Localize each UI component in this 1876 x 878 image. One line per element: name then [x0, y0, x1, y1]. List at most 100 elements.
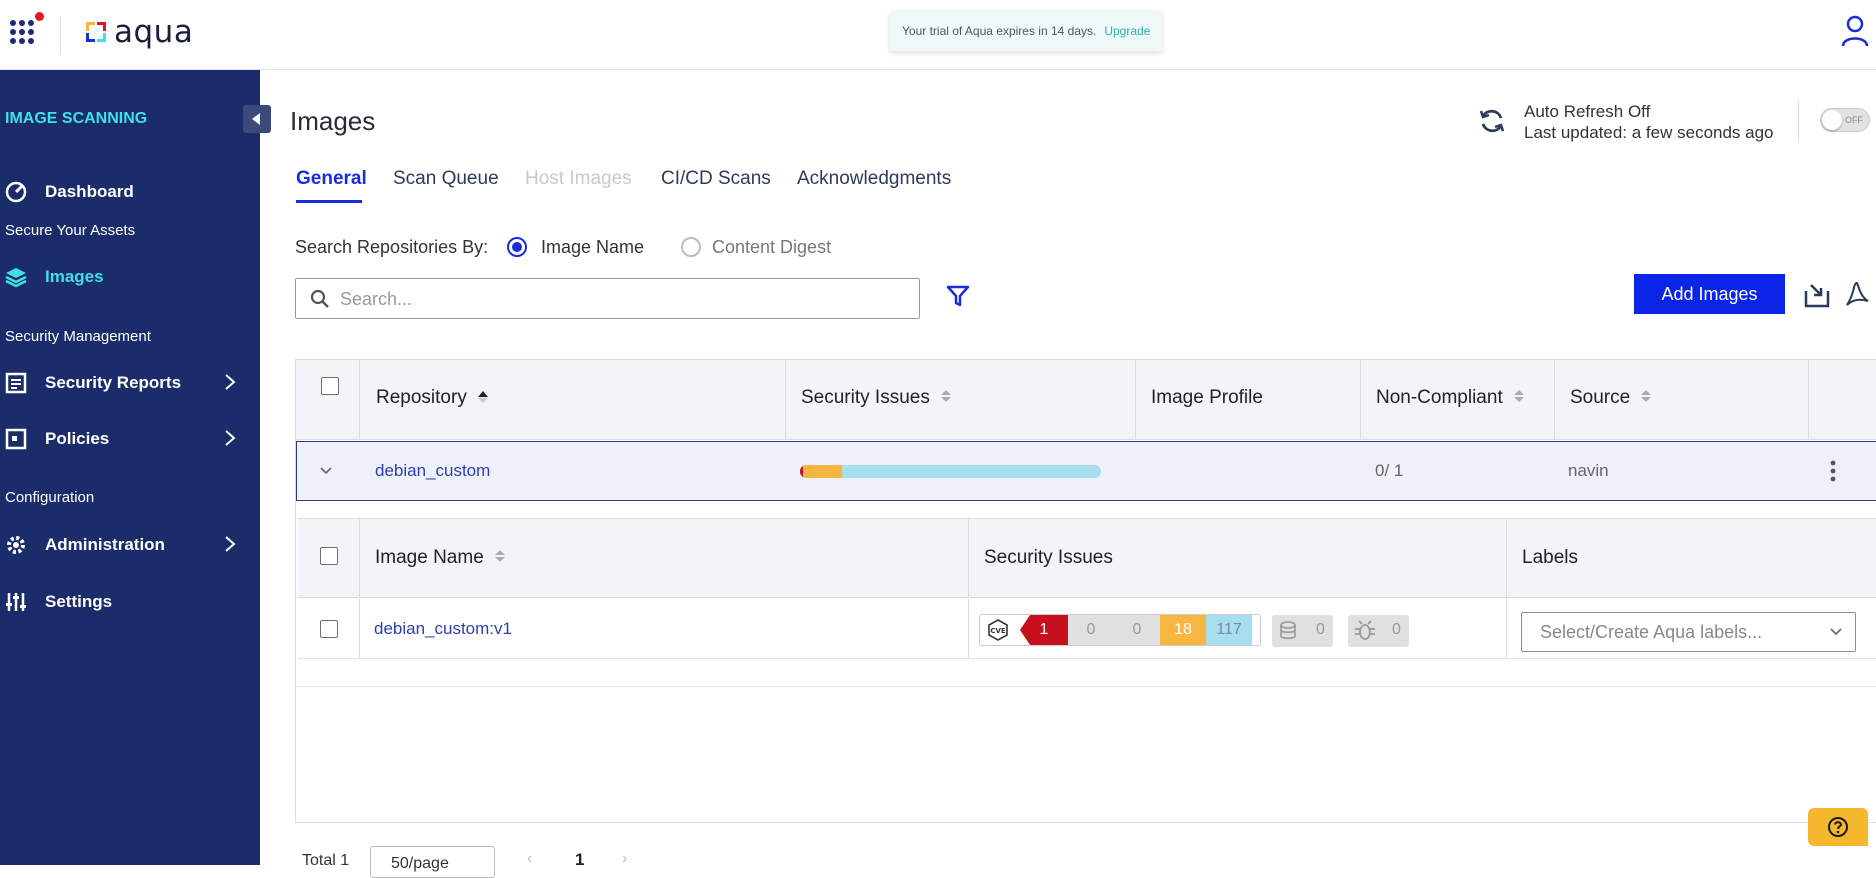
more-options-icon[interactable] — [1830, 460, 1836, 482]
images-table-header: Image Name Security Issues Labels — [298, 518, 1876, 598]
pdf-icon[interactable] — [1843, 281, 1871, 309]
column-labels: Labels — [1522, 547, 1578, 568]
caret-left-icon — [252, 113, 260, 125]
help-button[interactable] — [1808, 808, 1868, 846]
select-all-images-checkbox[interactable] — [320, 547, 338, 565]
chevron-down-icon — [1830, 628, 1842, 636]
tab-scan-queue[interactable]: Scan Queue — [393, 168, 499, 190]
radio-image-name-label[interactable]: Image Name — [541, 237, 644, 258]
row-checkbox[interactable] — [320, 620, 338, 638]
tab-acknowledgments[interactable]: Acknowledgments — [797, 168, 951, 190]
source-value: navin — [1568, 461, 1609, 480]
tab-general[interactable]: General — [296, 168, 367, 190]
layers-icon — [5, 268, 27, 288]
column-label: Repository — [376, 387, 467, 408]
add-images-button[interactable]: Add Images — [1634, 274, 1785, 314]
sliders-icon — [6, 593, 26, 611]
negligible-count: 117 — [1206, 615, 1252, 645]
column-label: Security Issues — [801, 387, 930, 408]
sidebar-item-label: Administration — [45, 535, 165, 554]
notification-dot — [35, 12, 44, 21]
medium-count: 0 — [1114, 615, 1160, 645]
sidebar-collapse-button[interactable] — [243, 105, 271, 133]
radio-content-digest[interactable] — [681, 237, 701, 257]
column-non-compliant[interactable]: Non-Compliant — [1376, 387, 1525, 409]
trial-text: Your trial of Aqua expires in 14 days. — [902, 24, 1097, 38]
repository-link[interactable]: debian_custom — [375, 461, 490, 481]
help-icon — [1828, 817, 1848, 837]
sidebar-item-label: Settings — [45, 592, 113, 611]
bug-icon — [1355, 620, 1375, 640]
trial-banner: Your trial of Aqua expires in 14 days. U… — [890, 11, 1162, 51]
security-issues-bar — [800, 465, 1101, 478]
radio-content-digest-label[interactable]: Content Digest — [712, 237, 831, 258]
sidebar-item-security-reports[interactable]: Security Reports — [0, 361, 260, 405]
page-number[interactable]: 1 — [575, 850, 584, 870]
group-label-security-management: Security Management — [5, 328, 151, 345]
svg-text:CVE: CVE — [990, 627, 1006, 635]
column-repository[interactable]: Repository — [376, 387, 489, 409]
sidebar-item-label: Policies — [45, 429, 110, 448]
radio-image-name[interactable] — [507, 237, 527, 257]
high-count: 0 — [1068, 615, 1114, 645]
next-page-icon[interactable]: › — [622, 850, 627, 868]
divider — [60, 16, 61, 54]
labels-placeholder: Select/Create Aqua labels... — [1540, 622, 1763, 642]
table-row[interactable]: debian_custom:v1 CVE 1 0 0 18 117 0 0 Se… — [298, 599, 1876, 659]
sensitive-data-summary[interactable]: 0 — [1348, 615, 1409, 647]
sidebar-item-images[interactable]: Images — [0, 255, 260, 299]
active-tab-indicator — [296, 200, 362, 203]
sort-icon — [941, 389, 952, 402]
sidebar-item-administration[interactable]: Administration — [0, 523, 260, 567]
refresh-icon[interactable] — [1478, 107, 1506, 135]
low-count: 18 — [1160, 615, 1206, 645]
per-page-select[interactable]: 50/page — [370, 846, 495, 878]
non-compliant-value: 0/ 1 — [1375, 461, 1404, 480]
sidebar-item-label: Images — [45, 267, 104, 286]
labels-select[interactable]: Select/Create Aqua labels... — [1521, 612, 1856, 652]
last-updated-label: Last updated: a few seconds ago — [1524, 123, 1774, 142]
app-switcher-icon[interactable] — [10, 12, 44, 46]
aqua-logo-mark-icon — [86, 22, 106, 42]
total-count: Total 1 — [302, 852, 350, 869]
image-name-link[interactable]: debian_custom:v1 — [374, 619, 512, 639]
select-all-checkbox[interactable] — [321, 377, 339, 395]
gear-icon — [7, 536, 25, 554]
malware-summary[interactable]: 0 — [1272, 615, 1333, 647]
column-security-issues[interactable]: Security Issues — [801, 387, 952, 409]
column-image-profile: Image Profile — [1151, 387, 1263, 408]
table-header: Repository Security Issues Image Profile… — [296, 360, 1876, 440]
sort-icon — [1514, 389, 1525, 402]
column-source[interactable]: Source — [1570, 387, 1652, 409]
chevron-down-icon[interactable] — [319, 466, 333, 476]
column-image-name[interactable]: Image Name — [375, 547, 506, 569]
repositories-table: Repository Security Issues Image Profile… — [295, 359, 1876, 823]
group-label-secure-assets: Secure Your Assets — [5, 222, 136, 239]
top-bar: aqua Your trial of Aqua expires in 14 da… — [0, 0, 1876, 70]
toggle-text: OFF — [1845, 115, 1863, 125]
sidebar-item-label: Dashboard — [45, 182, 134, 201]
chevron-right-icon — [225, 430, 236, 446]
tab-cicd-scans[interactable]: CI/CD Scans — [661, 168, 771, 190]
tab-host-images: Host Images — [525, 168, 632, 189]
malware-count: 0 — [1316, 621, 1325, 638]
filter-icon[interactable] — [946, 284, 970, 308]
logo-text: aqua — [114, 14, 194, 50]
sidebar-item-settings[interactable]: Settings — [0, 580, 260, 624]
sort-asc-icon — [478, 390, 489, 403]
policy-icon — [5, 428, 27, 450]
user-icon[interactable] — [1840, 14, 1870, 48]
export-icon[interactable] — [1803, 281, 1831, 309]
sidebar-item-policies[interactable]: Policies — [0, 417, 260, 461]
prev-page-icon[interactable]: ‹ — [527, 850, 532, 868]
search-input[interactable] — [340, 287, 900, 311]
table-row[interactable]: debian_custom 0/ 1 navin — [296, 441, 1876, 501]
sensitive-count: 0 — [1392, 621, 1401, 638]
sidebar-item-dashboard[interactable]: Dashboard — [0, 170, 260, 214]
aqua-logo[interactable]: aqua — [84, 14, 193, 50]
auto-refresh-toggle[interactable]: OFF — [1820, 108, 1870, 132]
upgrade-link[interactable]: Upgrade — [1104, 24, 1150, 38]
auto-refresh-label: Auto Refresh Off — [1524, 102, 1651, 121]
report-icon — [5, 372, 27, 394]
group-label-configuration: Configuration — [5, 489, 95, 506]
